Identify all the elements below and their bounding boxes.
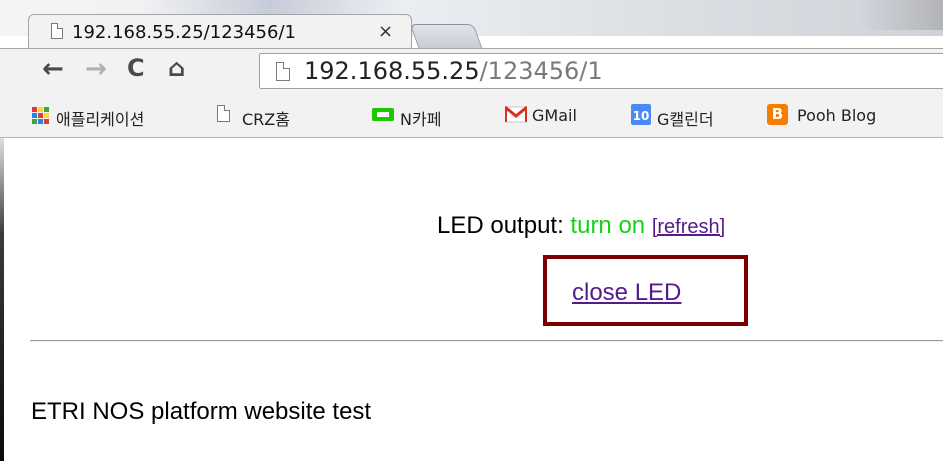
background-blur xyxy=(860,0,943,30)
apps-grid-icon xyxy=(32,107,49,124)
close-icon[interactable]: × xyxy=(378,21,393,42)
gmail-icon xyxy=(505,105,527,123)
forward-arrow-icon[interactable]: → xyxy=(85,54,107,84)
home-icon[interactable]: ⌂ xyxy=(168,54,185,82)
document-icon xyxy=(217,105,230,122)
bookmark-crz-home[interactable]: CRZ홈 xyxy=(217,102,357,129)
calendar-icon: 10 xyxy=(631,104,651,125)
bookmark-apps[interactable]: 애플리케이션 xyxy=(32,102,202,129)
naver-cafe-icon xyxy=(372,108,394,121)
bookmarks-bar: 애플리케이션 CRZ홈 N카페 GMail 10 G캘린더 B Pooh Blo… xyxy=(0,94,943,138)
bookmark-label: GMail xyxy=(532,106,577,125)
browser-toolbar: ← → C ⌂ 192.168.55.25/123456/1 xyxy=(0,48,943,94)
bookmark-label: G캘린더 xyxy=(657,110,714,129)
bookmark-label: 애플리케이션 xyxy=(56,110,145,129)
divider xyxy=(30,340,943,342)
address-url[interactable]: 192.168.55.25/123456/1 xyxy=(304,57,603,85)
bookmark-label: N카페 xyxy=(400,110,442,129)
browser-tab[interactable]: 192.168.55.25/123456/1 × xyxy=(28,14,412,48)
tab-title: 192.168.55.25/123456/1 xyxy=(72,22,296,43)
url-host: 192.168.55.25 xyxy=(304,57,480,85)
bookmark-pooh-blog[interactable]: B Pooh Blog xyxy=(767,102,943,128)
bookmark-label: CRZ홈 xyxy=(242,110,290,129)
led-label: LED output: xyxy=(437,212,564,239)
bookmark-gmail[interactable]: GMail xyxy=(505,102,625,128)
back-arrow-icon[interactable]: ← xyxy=(42,54,64,84)
bookmark-google-calendar[interactable]: 10 G캘린더 xyxy=(631,102,761,129)
refresh-link[interactable]: [refresh] xyxy=(652,216,725,238)
window-edge xyxy=(0,138,4,461)
url-path: /123456/1 xyxy=(479,57,603,85)
bookmark-naver-cafe[interactable]: N카페 xyxy=(372,102,492,129)
address-bar[interactable]: 192.168.55.25/123456/1 xyxy=(259,53,943,89)
new-tab-button[interactable] xyxy=(409,24,483,48)
tab-title-fade xyxy=(347,19,371,45)
close-led-link[interactable]: close LED xyxy=(572,279,681,307)
bookmark-label: Pooh Blog xyxy=(797,106,877,125)
document-icon xyxy=(51,23,63,39)
blogger-icon: B xyxy=(767,104,788,125)
document-icon xyxy=(276,62,290,81)
led-state: turn on xyxy=(570,212,646,239)
reload-icon[interactable]: C xyxy=(127,54,145,82)
led-status-line: LED output: turn on [refresh] xyxy=(437,212,725,240)
background-blur xyxy=(140,0,400,14)
footer-text: ETRI NOS platform website test xyxy=(31,398,372,425)
